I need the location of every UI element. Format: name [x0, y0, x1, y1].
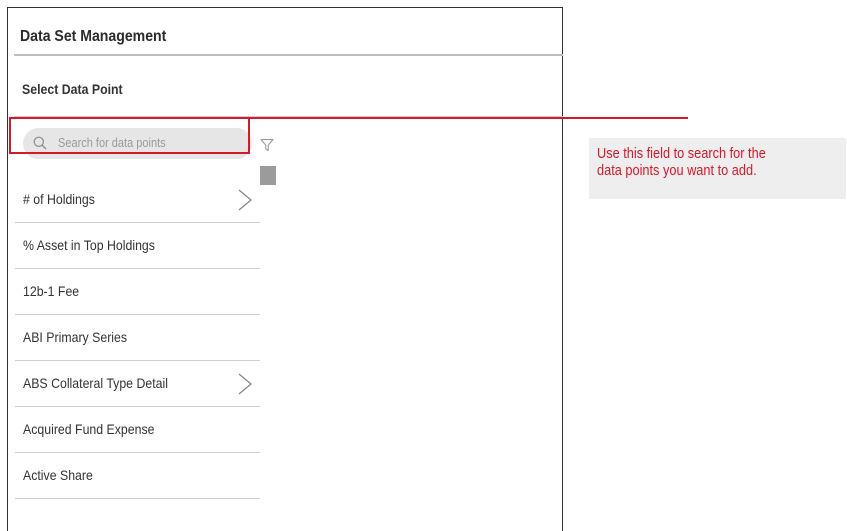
- callout-leader-line: [250, 117, 688, 119]
- list-item-label: # of Holdings: [23, 191, 95, 207]
- data-point-list: # of Holdings % Asset in Top Holdings 12…: [15, 177, 260, 499]
- callout-text: Use this field to search for the data po…: [597, 146, 835, 180]
- list-item-label: 12b-1 Fee: [23, 283, 80, 299]
- filter-icon[interactable]: [260, 138, 274, 152]
- title-divider: [14, 54, 563, 56]
- list-item[interactable]: Active Share: [15, 453, 260, 499]
- scrollbar-thumb[interactable]: [260, 166, 276, 185]
- callout-box: Use this field to search for the data po…: [589, 138, 846, 199]
- data-set-management-panel: Data Set Management Select Data Point Se…: [7, 7, 563, 531]
- list-item-label: ABI Primary Series: [23, 329, 128, 345]
- list-item-label: ABS Collateral Type Detail: [23, 375, 168, 391]
- panel-title: Data Set Management: [20, 28, 167, 45]
- chevron-right-icon[interactable]: [235, 373, 255, 395]
- list-item[interactable]: % Asset in Top Holdings: [15, 223, 260, 269]
- list-item[interactable]: ABI Primary Series: [15, 315, 260, 361]
- list-item-label: % Asset in Top Holdings: [23, 237, 155, 253]
- list-item-label: Active Share: [23, 467, 93, 483]
- list-item[interactable]: ABS Collateral Type Detail: [15, 361, 260, 407]
- list-item[interactable]: # of Holdings: [15, 177, 260, 223]
- list-item[interactable]: Acquired Fund Expense: [15, 407, 260, 453]
- callout-line-1: Use this field to search for the: [597, 146, 766, 162]
- list-item-label: Acquired Fund Expense: [23, 421, 155, 437]
- chevron-right-icon[interactable]: [235, 189, 255, 211]
- section-title: Select Data Point: [22, 81, 123, 97]
- list-item[interactable]: 12b-1 Fee: [15, 269, 260, 315]
- callout-line-2: data points you want to add.: [597, 163, 757, 179]
- search-highlight-box: [9, 117, 250, 154]
